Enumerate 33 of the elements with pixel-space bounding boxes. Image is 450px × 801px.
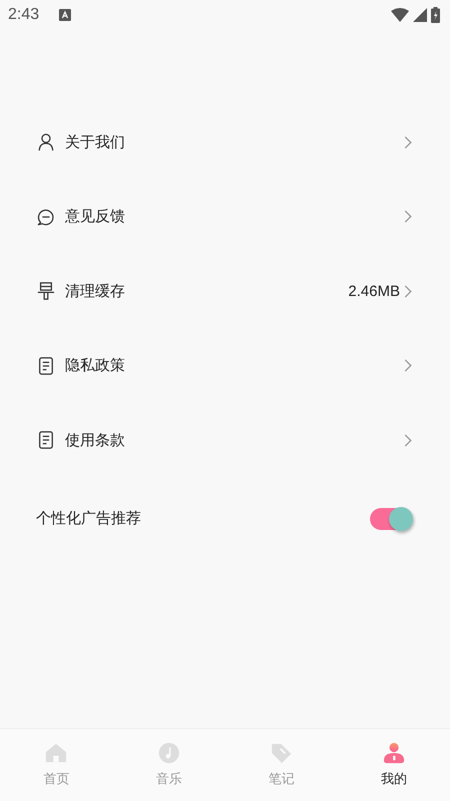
home-icon	[45, 742, 68, 764]
menu-item[interactable]: 使用条款	[0, 403, 450, 478]
status-time: 2:43	[8, 6, 40, 24]
menu-item[interactable]: 清理缓存 2.46MB	[0, 254, 450, 328]
menu-item[interactable]: 关于我们	[0, 105, 450, 180]
menu-label: 关于我们	[65, 132, 125, 152]
setting-label: 个性化广告推荐	[36, 509, 141, 528]
chevron-right-icon	[404, 210, 412, 224]
menu-label: 意见反馈	[65, 207, 125, 226]
person-icon	[37, 133, 55, 152]
chevron-right-icon	[404, 359, 412, 372]
user-icon	[382, 742, 405, 764]
menu-label: 隐私政策	[65, 356, 125, 376]
chevron-right-icon	[404, 284, 412, 298]
menu-item[interactable]: 意见反馈	[0, 180, 450, 254]
music-icon	[158, 742, 180, 764]
keyboard-icon	[59, 9, 72, 21]
document-icon	[37, 431, 55, 450]
battery-icon	[431, 7, 440, 23]
chevron-right-icon	[404, 434, 412, 447]
menu-label: 清理缓存	[65, 282, 125, 301]
chat-icon	[37, 208, 55, 226]
wifi-icon	[391, 8, 409, 22]
toggle-switch[interactable]	[370, 508, 412, 530]
menu-label: 使用条款	[65, 430, 125, 450]
nav-tab[interactable]: 我的	[338, 729, 450, 801]
signal-icon	[413, 8, 427, 22]
menu-item[interactable]: 隐私政策	[0, 328, 450, 403]
tag-icon	[270, 742, 292, 764]
brush-icon	[37, 282, 55, 300]
cache-size: 2.46MB	[348, 282, 400, 300]
document-icon	[37, 356, 55, 375]
chevron-right-icon	[404, 136, 412, 149]
